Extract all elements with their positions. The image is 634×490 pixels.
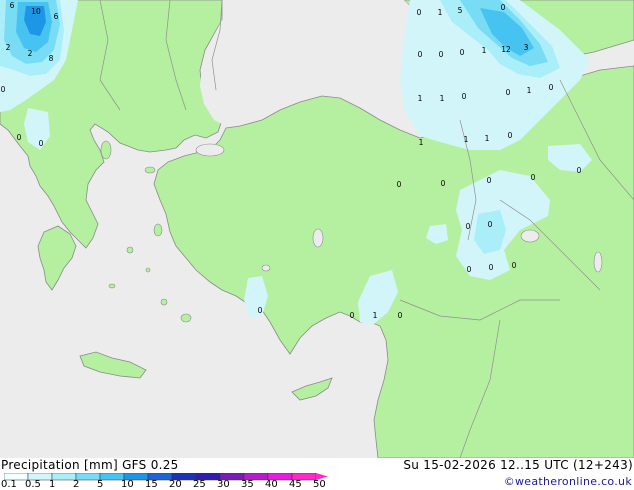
value-label: 0 xyxy=(488,220,493,229)
value-label: 0 xyxy=(417,8,422,17)
value-label: 10 xyxy=(31,7,41,16)
map-title: Precipitation [mm] GFS 0.25 xyxy=(1,458,179,472)
value-label: 6 xyxy=(54,12,59,21)
value-label: 0 xyxy=(460,48,465,57)
legend-tick-label: 1 xyxy=(49,479,56,490)
value-label: 1 xyxy=(438,8,443,17)
legend-tick-label: 50 xyxy=(313,479,326,490)
value-label: 1 xyxy=(482,46,487,55)
legend-tick-label: 40 xyxy=(265,479,278,490)
legend-tick-label: 35 xyxy=(241,479,254,490)
legend-tick-label: 0.1 xyxy=(1,479,17,490)
value-label: 1 xyxy=(440,94,445,103)
value-label: 2 xyxy=(6,43,11,52)
value-label: 0 xyxy=(397,180,402,189)
value-label: 0 xyxy=(1,85,6,94)
value-label: 1 xyxy=(464,135,469,144)
value-label: 0 xyxy=(508,131,513,140)
legend-tick-label: 2 xyxy=(73,479,80,490)
value-label: 0 xyxy=(512,261,517,270)
value-label: 0 xyxy=(489,263,494,272)
value-label: 0 xyxy=(350,311,355,320)
value-label: 0 xyxy=(531,173,536,182)
precipitation-map: 6 10 6 2 2 8 0 0 0 0 1 5 0 0 0 0 1 12 3 … xyxy=(0,0,634,458)
value-label: 0 xyxy=(439,50,444,59)
value-label: 0 xyxy=(506,88,511,97)
legend-tick-label: 30 xyxy=(217,479,230,490)
value-label: 0 xyxy=(258,306,263,315)
value-label: 2 xyxy=(28,49,33,58)
value-label: 5 xyxy=(458,6,463,15)
value-label: 0 xyxy=(398,311,403,320)
legend-tick-label: 20 xyxy=(169,479,182,490)
value-label: 12 xyxy=(501,45,511,54)
value-label: 0 xyxy=(549,83,554,92)
value-label: 6 xyxy=(10,1,15,10)
value-label: 0 xyxy=(462,92,467,101)
legend-tick-label: 5 xyxy=(97,479,104,490)
value-label: 3 xyxy=(524,43,529,52)
value-label: 1 xyxy=(373,311,378,320)
value-label: 0 xyxy=(17,133,22,142)
legend-tick-label: 25 xyxy=(193,479,206,490)
value-label: 0 xyxy=(577,166,582,175)
legend-footer: Precipitation [mm] GFS 0.25 Su 15-02-202… xyxy=(0,458,634,490)
value-label: 1 xyxy=(485,134,490,143)
value-label: 0 xyxy=(467,265,472,274)
value-label: 0 xyxy=(418,50,423,59)
legend-tick-label: 0.5 xyxy=(25,479,41,490)
legend-tick-label: 10 xyxy=(121,479,134,490)
value-label: 0 xyxy=(466,222,471,231)
value-label: 0 xyxy=(441,179,446,188)
value-label: 0 xyxy=(501,3,506,12)
value-label: 0 xyxy=(487,176,492,185)
value-label: 1 xyxy=(418,94,423,103)
credit-link[interactable]: ©weatheronline.co.uk xyxy=(504,475,632,488)
legend-tick-label: 45 xyxy=(289,479,302,490)
value-label: 8 xyxy=(49,54,54,63)
value-label: 0 xyxy=(39,139,44,148)
value-label: 1 xyxy=(419,138,424,147)
legend-tick-label: 15 xyxy=(145,479,158,490)
valid-time: Su 15-02-2026 12..15 UTC (12+243) xyxy=(403,458,633,472)
value-label: 1 xyxy=(527,86,532,95)
